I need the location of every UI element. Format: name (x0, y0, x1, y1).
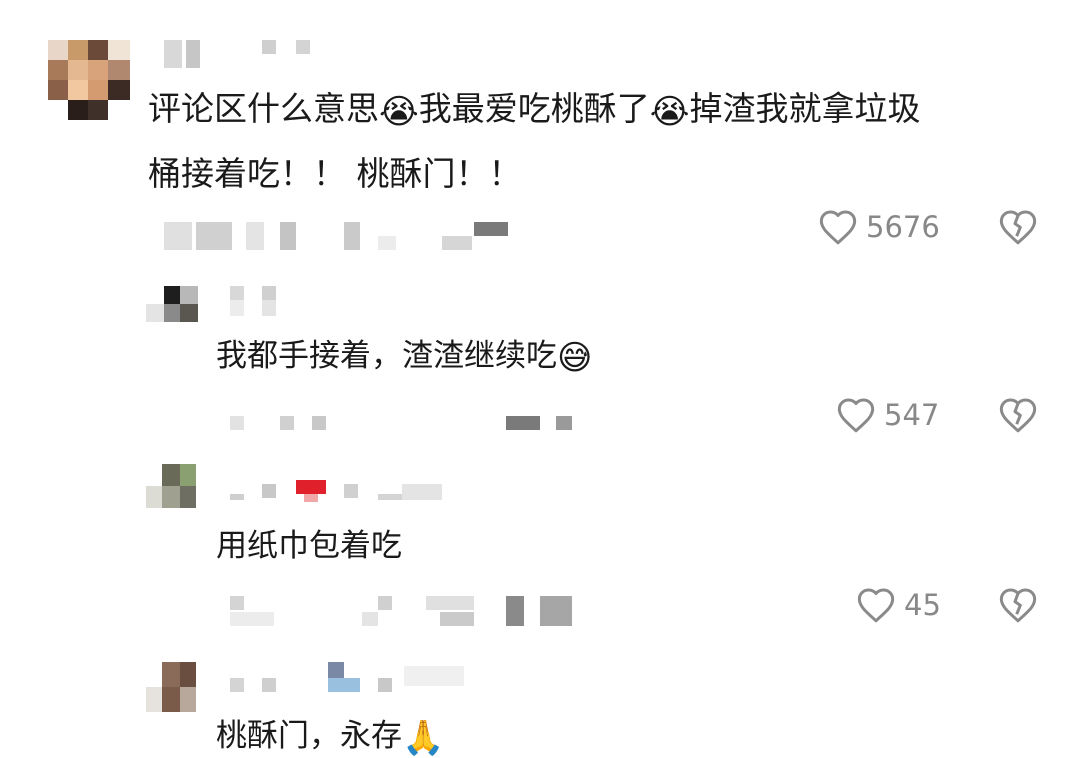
reply-text: 我都手接着，渣渣继续吃😅 (216, 338, 593, 378)
reply-avatar[interactable] (146, 464, 196, 508)
broken-heart-icon (998, 586, 1038, 624)
like-button[interactable]: 547 (836, 396, 939, 434)
loudly-crying-face-emoji: 😭 (649, 92, 690, 132)
heart-outline-icon (836, 396, 876, 434)
like-count: 5676 (866, 210, 940, 244)
like-button[interactable]: 45 (856, 586, 941, 624)
like-count: 547 (884, 398, 940, 432)
broken-heart-icon (998, 396, 1038, 434)
folded-hands-emoji: 🙏 (402, 718, 445, 758)
dislike-button[interactable] (998, 208, 1038, 246)
loudly-crying-face-emoji: 😭 (379, 92, 419, 132)
reply-text: 用纸巾包着吃 (216, 528, 402, 564)
dislike-button[interactable] (998, 586, 1038, 624)
reply-avatar[interactable] (146, 662, 196, 712)
heart-outline-icon (818, 208, 858, 246)
grinning-sweat-emoji: 😅 (557, 338, 593, 378)
like-button[interactable]: 5676 (818, 208, 940, 246)
broken-heart-icon (998, 208, 1038, 246)
reply-avatar[interactable] (146, 286, 198, 322)
avatar[interactable] (48, 40, 130, 120)
reply-text: 桃酥门，永存🙏 (216, 718, 445, 758)
heart-outline-icon (856, 586, 896, 624)
comment-text: 评论区什么意思😭我最爱吃桃酥了😭掉渣我就拿垃圾 桶接着吃！！ 桃酥门！！ (148, 89, 921, 193)
dislike-button[interactable] (998, 396, 1038, 434)
like-count: 45 (904, 588, 941, 622)
